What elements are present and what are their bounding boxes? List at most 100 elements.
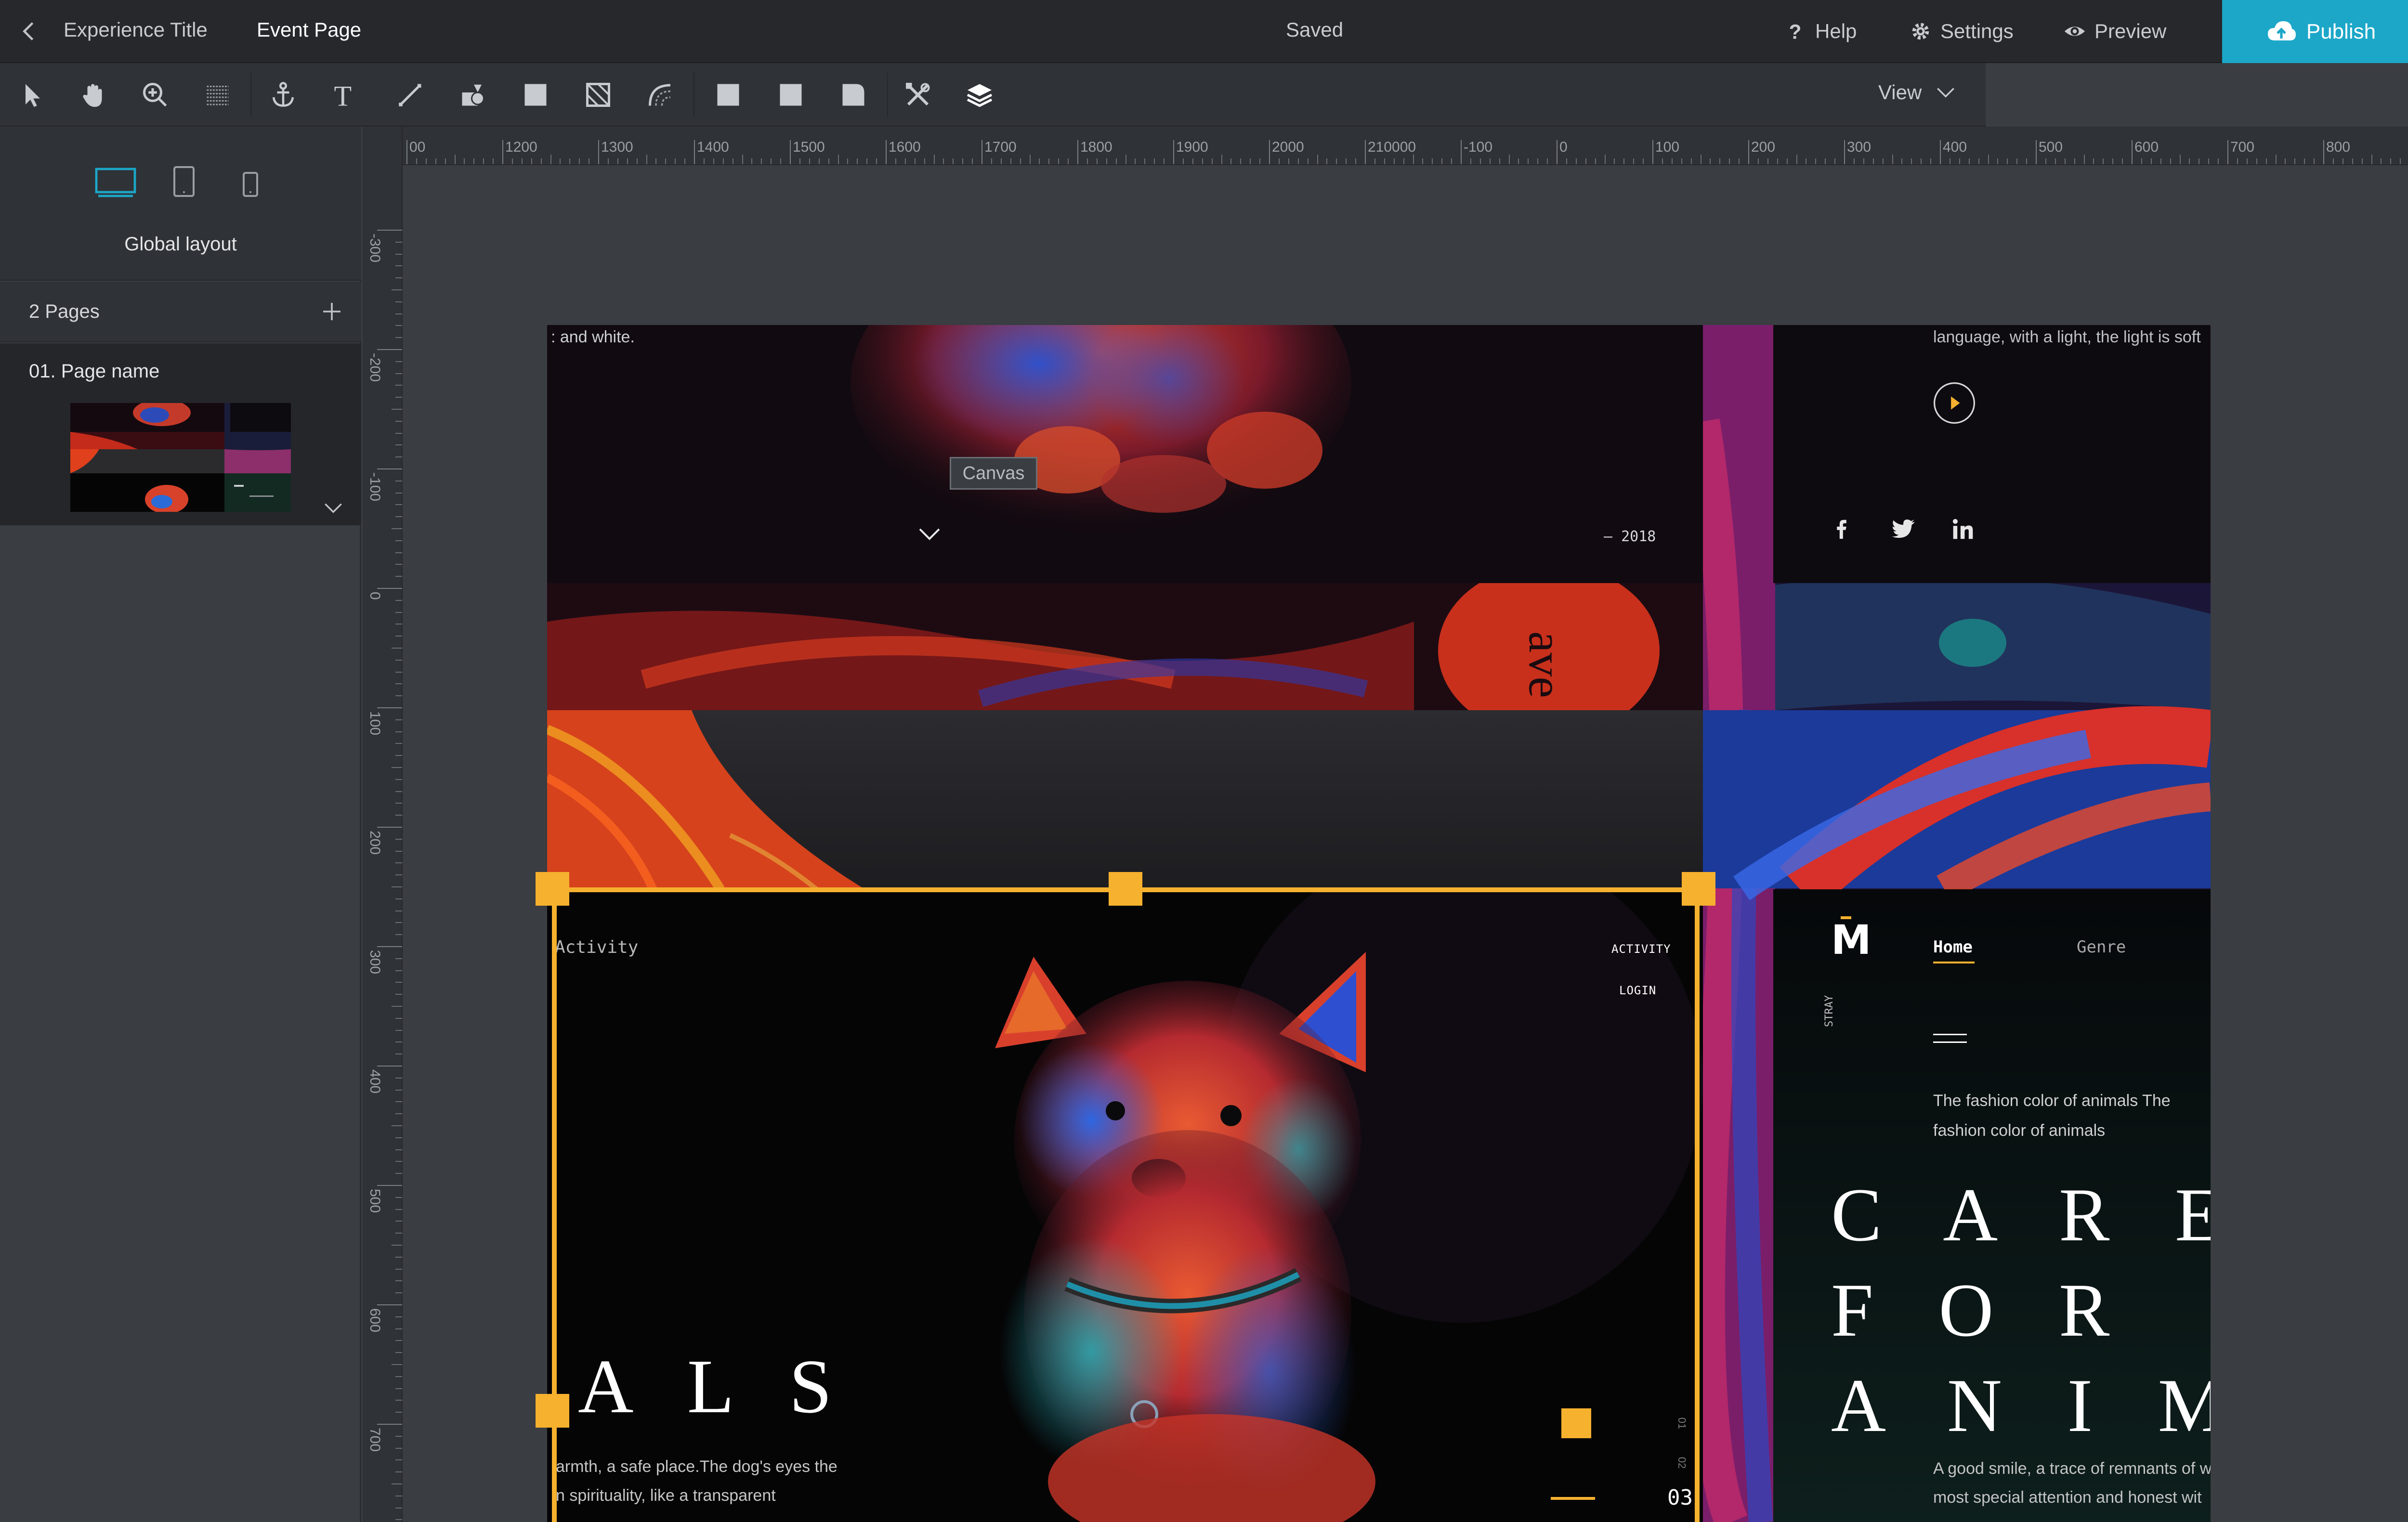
square-icon[interactable] (712, 78, 745, 111)
ruler-minor-tick (703, 158, 705, 164)
ruler-label: 210000 (1368, 139, 1416, 155)
chevron-down-icon[interactable] (324, 502, 343, 518)
select-icon[interactable] (16, 78, 49, 111)
top-right-card[interactable]: language, with a light, the light is sof… (1773, 325, 2211, 583)
ruler-minor-tick (1662, 158, 1663, 164)
ruler-minor-tick (560, 158, 561, 164)
ruler-major-tick (694, 140, 695, 164)
ruler-minor-tick (1164, 158, 1165, 164)
resize-handle-top-left[interactable] (536, 872, 569, 906)
grid-icon[interactable] (201, 78, 234, 111)
right-feature-card[interactable]: M Home Genre STRAY The fashion color of … (1773, 889, 2211, 1522)
ruler-minor-tick (2160, 158, 2161, 164)
fur-strip-block[interactable]: ave (547, 583, 1703, 710)
ruler-minor-tick (2055, 158, 2056, 164)
horizontal-ruler[interactable]: 00 1200 1300 1400 1500 1600 1700 1800 1900 2000 21… (403, 127, 2408, 165)
rounded-square-icon[interactable] (837, 78, 870, 111)
ruler-minor-tick (2381, 158, 2382, 164)
line-icon[interactable] (394, 78, 427, 111)
left-panel: Global layout 2 Pages 01. Page name (0, 127, 361, 1522)
publish-button[interactable]: Publish (2222, 0, 2408, 63)
ruler-minor-tick (2045, 158, 2046, 164)
facebook-icon[interactable] (1835, 519, 1848, 539)
ruler-minor-tick (1068, 158, 1069, 164)
ruler-minor-tick (1968, 158, 1970, 164)
top-hero-block[interactable]: : and white. – 2018 (547, 325, 1703, 583)
ruler-minor-tick (2304, 158, 2305, 164)
ruler-minor-tick (857, 158, 858, 164)
ruler-major-tick (598, 140, 599, 164)
ruler-minor-tick (2093, 158, 2094, 164)
ruler-minor-tick (511, 158, 513, 164)
tablet-icon[interactable] (172, 165, 196, 200)
help-button[interactable]: ? Help (1784, 14, 1857, 48)
ruler-minor-tick (904, 158, 906, 164)
back-chevron-icon[interactable] (19, 20, 39, 42)
ruler-minor-tick (416, 158, 417, 164)
page-thumbnail[interactable] (70, 403, 291, 512)
ruler-minor-tick (2256, 158, 2257, 164)
canvas-tag[interactable]: Canvas (950, 457, 1037, 490)
add-page-plus-icon[interactable] (320, 300, 343, 323)
selection-frame[interactable] (552, 887, 1700, 1522)
ruler-major-tick (790, 140, 791, 164)
image-icon[interactable] (582, 78, 615, 111)
tools-icon[interactable] (902, 78, 934, 111)
nav-genre[interactable]: Genre (2077, 937, 2126, 957)
resize-handle-top-center[interactable] (1109, 872, 1142, 906)
ruler-minor-tick (392, 1483, 402, 1484)
ruler-minor-tick (1326, 158, 1328, 164)
mask-icon[interactable] (644, 78, 677, 111)
ruler-minor-tick (2218, 158, 2219, 164)
ruler-minor-tick (655, 158, 657, 164)
element-handle[interactable] (1561, 1408, 1591, 1438)
text-icon[interactable]: T (328, 78, 361, 111)
ruler-minor-tick (392, 1364, 402, 1365)
ruler-minor-tick (1058, 158, 1060, 164)
ruler-minor-tick (2294, 158, 2296, 164)
preview-button[interactable]: Preview (2064, 14, 2166, 48)
ruler-major-tick (2227, 140, 2228, 164)
canvas-area[interactable]: : and white. – 2018 ave language, with a… (403, 166, 2408, 1522)
vertical-ruler[interactable]: -300 -200 -100 0 100 200 300 400 500 600 700 (363, 127, 403, 1522)
middle-grey-block[interactable] (547, 710, 1703, 889)
brand-logo[interactable]: M (1831, 916, 1871, 963)
layers-icon[interactable] (963, 78, 996, 111)
twitter-icon[interactable] (1892, 520, 1915, 538)
page-list-item[interactable]: 01. Page name (0, 343, 361, 525)
ruler-label: 1500 (793, 139, 825, 155)
page-title[interactable]: Event Page (257, 18, 361, 41)
ruler-minor-tick (473, 158, 475, 164)
ruler-minor-tick (395, 373, 402, 374)
chevron-down-icon[interactable] (918, 527, 941, 541)
ruler-minor-tick (2275, 155, 2277, 164)
ruler-minor-tick (540, 158, 542, 164)
ruler-minor-tick (1796, 155, 1797, 164)
view-dropdown[interactable]: View (1878, 81, 1955, 104)
ruler-minor-tick (636, 158, 638, 164)
ruler-minor-tick (425, 158, 427, 164)
ruler-minor-tick (1259, 158, 1261, 164)
nav-home[interactable]: Home (1933, 937, 1973, 957)
rectangle-icon[interactable] (519, 78, 552, 111)
experience-title[interactable]: Experience Title (64, 18, 208, 41)
ruler-minor-tick (2083, 155, 2085, 164)
ruler-minor-tick (395, 1268, 402, 1270)
square-icon[interactable] (774, 78, 807, 111)
resize-handle-middle-left[interactable] (536, 1394, 569, 1428)
resize-handle-top-right[interactable] (1682, 872, 1715, 906)
desktop-icon[interactable] (94, 167, 137, 200)
hand-icon[interactable] (77, 78, 110, 111)
play-circle-icon[interactable] (1932, 381, 1976, 425)
settings-button[interactable]: Settings (1910, 14, 2014, 48)
toolbar-right-area (1986, 63, 2408, 127)
shape-icon[interactable] (457, 78, 489, 111)
top-left-text: : and white. (551, 328, 635, 346)
linkedin-icon[interactable] (1952, 519, 1974, 540)
mobile-icon[interactable] (242, 171, 259, 200)
zoom-icon[interactable] (139, 78, 171, 111)
anchor-icon[interactable] (267, 78, 300, 111)
ruler-minor-tick (1863, 158, 1864, 164)
ruler-minor-tick (713, 158, 714, 164)
save-status: Saved (1286, 18, 1344, 41)
